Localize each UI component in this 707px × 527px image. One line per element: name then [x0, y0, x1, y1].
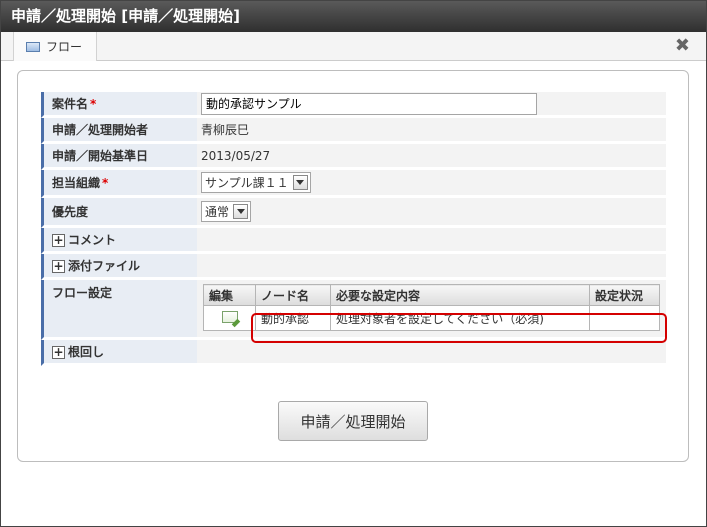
flow-window-icon: [26, 41, 40, 52]
org-label: 担当組織 *: [41, 170, 197, 198]
row-attachment: + 添付ファイル: [41, 254, 666, 280]
row-applicant: 申請／処理開始者 青柳辰巳: [41, 118, 666, 144]
row-flow: フロー設定 編集 ノード名 必要な設定内容 設定状況 動的承認 処理対象者を設定…: [41, 280, 666, 340]
applicant-value: 青柳辰巳: [197, 118, 666, 144]
comment-toggle[interactable]: + コメント: [41, 228, 197, 254]
expand-icon: +: [52, 259, 65, 273]
chevron-down-icon: [233, 204, 249, 219]
node-name: 動的承認: [255, 305, 331, 331]
edit-icon[interactable]: [221, 310, 238, 323]
col-status: 設定状況: [589, 284, 660, 306]
required-mark: *: [90, 97, 97, 111]
col-requirement: 必要な設定内容: [330, 284, 590, 306]
tab-flow[interactable]: フロー: [13, 32, 98, 61]
flow-table: 編集 ノード名 必要な設定内容 設定状況 動的承認 処理対象者を設定してください…: [203, 284, 660, 331]
col-edit: 編集: [203, 284, 256, 306]
matter-name-label: 案件名 *: [41, 92, 197, 118]
row-base-date: 申請／開始基準日 2013/05/27: [41, 144, 666, 170]
close-icon[interactable]: ✖: [675, 37, 690, 55]
table-row: 動的承認 処理対象者を設定してください（必須): [203, 305, 660, 331]
expand-icon: +: [52, 233, 65, 247]
required-mark: *: [102, 176, 109, 190]
priority-label: 優先度: [41, 198, 197, 228]
expand-icon: +: [52, 345, 65, 359]
flow-table-header: 編集 ノード名 必要な設定内容 設定状況: [203, 284, 660, 306]
status-cell: [589, 305, 660, 331]
row-comment: + コメント: [41, 228, 666, 254]
tab-bar: フロー ✖: [1, 32, 706, 61]
priority-select[interactable]: 通常: [201, 201, 252, 222]
row-matter-name: 案件名 *: [41, 92, 666, 118]
row-nemawashi: + 根回し: [41, 340, 666, 366]
base-date-value: 2013/05/27: [197, 144, 666, 170]
flow-label: フロー設定: [41, 280, 197, 340]
dialog-window: 申請／処理開始 [申請／処理開始] フロー ✖ 案件名* 申請／処理開始者 青柳…: [0, 0, 707, 527]
submit-button[interactable]: 申請／処理開始: [278, 401, 428, 441]
matter-name-input[interactable]: [201, 92, 537, 115]
row-org: 担当組織 * サンプル課１１: [41, 170, 666, 198]
chevron-down-icon: [292, 175, 308, 190]
application-form: 案件名* 申請／処理開始者 青柳辰巳 申請／開始基準日 2013/05/27 担…: [41, 92, 666, 366]
tab-flow-label: フロー: [46, 40, 83, 54]
requirement-text: 処理対象者を設定してください（必須): [330, 305, 590, 331]
row-priority: 優先度 通常: [41, 198, 666, 228]
col-node: ノード名: [255, 284, 331, 306]
applicant-label: 申請／処理開始者: [41, 118, 197, 144]
base-date-label: 申請／開始基準日: [41, 144, 197, 170]
attachment-toggle[interactable]: + 添付ファイル: [41, 254, 197, 280]
org-select[interactable]: サンプル課１１: [201, 172, 311, 193]
window-title: 申請／処理開始 [申請／処理開始]: [1, 1, 706, 32]
nemawashi-toggle[interactable]: + 根回し: [41, 340, 197, 366]
